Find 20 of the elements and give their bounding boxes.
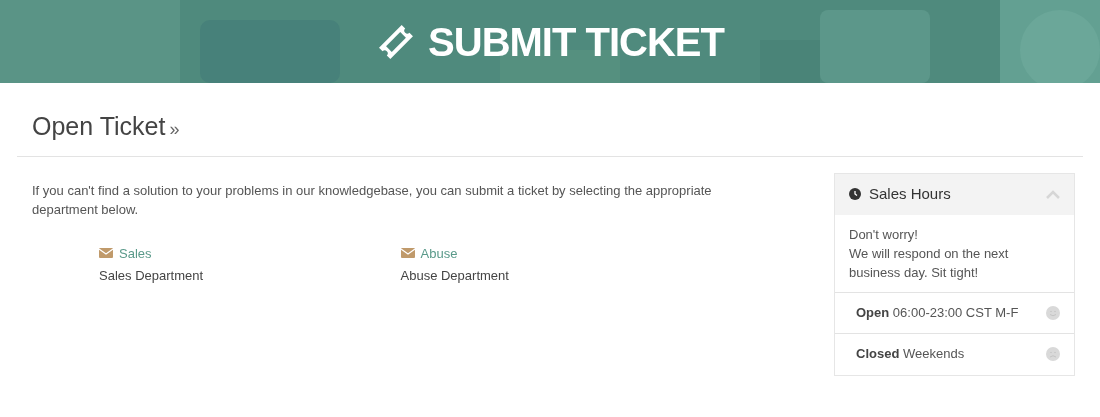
page-title: Open Ticket [32, 111, 166, 142]
banner-title: SUBMIT TICKET [428, 18, 724, 66]
collapse-icon[interactable] [1046, 189, 1060, 199]
panel-header[interactable]: Sales Hours [835, 173, 1074, 215]
envelope-icon [400, 248, 415, 259]
smiley-icon [1046, 305, 1060, 320]
hours-entry: Closed Weekends [856, 345, 965, 364]
hours-entry: Open 06:00-23:00 CST M-F [856, 303, 1019, 322]
department-link[interactable]: Sales [99, 243, 152, 263]
clock-icon [849, 188, 861, 200]
department-link[interactable]: Abuse [400, 243, 458, 263]
panel-message: We will respond on the next business day. Sit tight! [849, 244, 1010, 282]
breadcrumb-separator: » [169, 118, 180, 141]
department-description: Abuse Department [400, 267, 510, 285]
envelope-icon [99, 248, 113, 259]
panel-message: Don't worry! [849, 225, 919, 244]
frown-icon [1046, 347, 1060, 361]
department-description: Sales Department [99, 267, 205, 285]
intro-text: If you can't find a solution to your problems in our knowledgebase, you can submit a ticket by selecting the appropriate department below. [32, 181, 713, 219]
panel-title: Sales Hours [869, 183, 952, 204]
